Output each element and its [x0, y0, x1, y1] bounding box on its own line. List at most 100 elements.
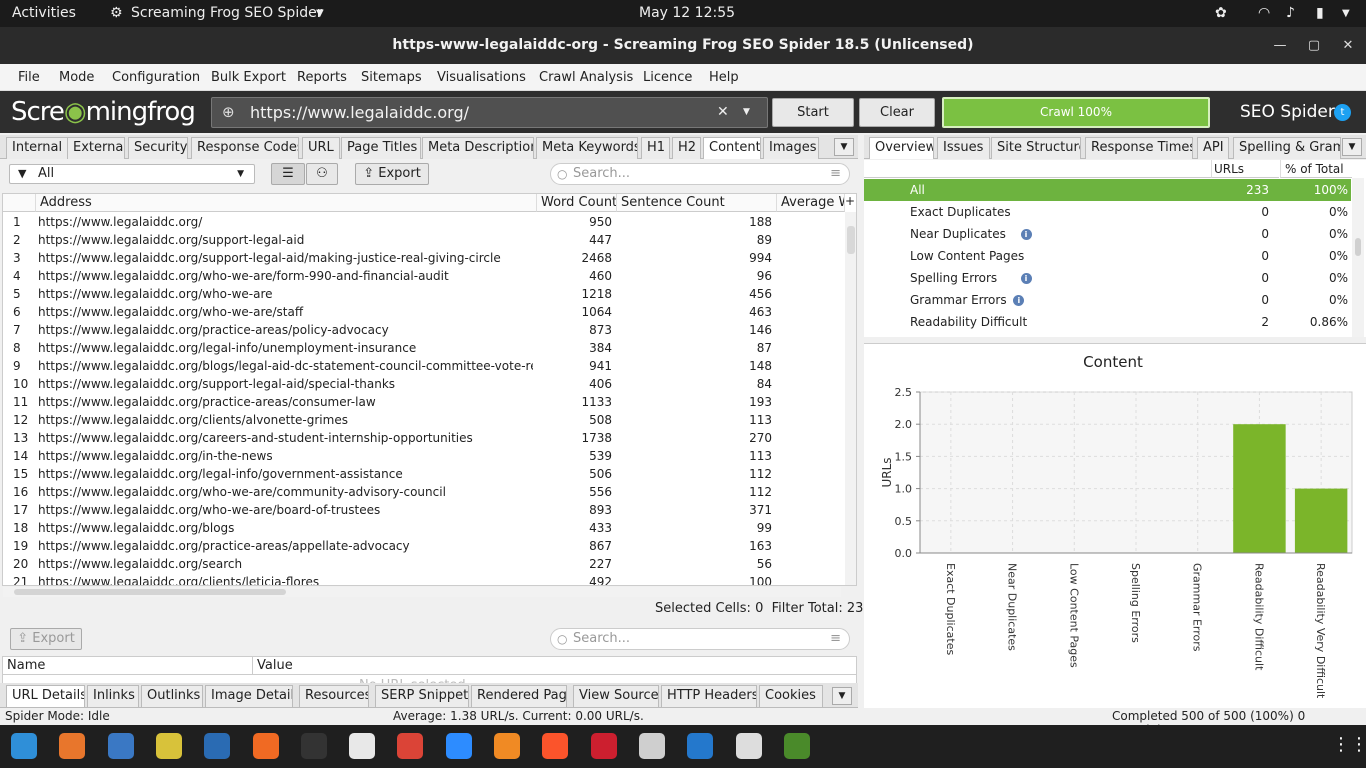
overview-row-readability-difficult[interactable]: Readability Difficult 2 0.86% [864, 311, 1351, 333]
address-cell[interactable]: https://www.legalaiddc.org/support-legal… [38, 375, 533, 393]
word-count-cell[interactable]: 227 [537, 555, 612, 573]
table-row[interactable]: 19 https://www.legalaiddc.org/practice-ar… [3, 537, 843, 555]
sentence-count-cell[interactable]: 99 [617, 519, 772, 537]
menu-file[interactable]: File [18, 70, 40, 85]
close-icon[interactable]: ✕ [1331, 27, 1365, 64]
thunderbird-icon[interactable] [107, 733, 134, 759]
table-row[interactable]: 16 https://www.legalaiddc.org/who-we-are/… [3, 483, 843, 501]
sentence-count-cell[interactable]: 113 [617, 447, 772, 465]
screamingfrog-icon[interactable] [783, 733, 810, 759]
more-bottom-tabs-chevron-icon[interactable]: ▼ [832, 687, 852, 705]
column-chooser-icon[interactable]: + [845, 194, 855, 208]
sentence-count-cell[interactable]: 87 [617, 339, 772, 357]
volume-icon[interactable]: ♪ [1286, 5, 1295, 21]
list-view-icon[interactable]: ☰ [271, 163, 305, 185]
overview-row-spelling-errors[interactable]: Spelling Errors i 0 0% [864, 267, 1351, 289]
tab-response-codes[interactable]: Response Codes [191, 137, 299, 159]
tab-h1[interactable]: H1 [641, 137, 670, 159]
sentence-count-cell[interactable]: 113 [617, 411, 772, 429]
table-row[interactable]: 20 https://www.legalaiddc.org/search 227 56 [3, 555, 843, 573]
word-count-cell[interactable]: 893 [537, 501, 612, 519]
table-row[interactable]: 17 https://www.legalaiddc.org/who-we-are/… [3, 501, 843, 519]
bar-readability-very-difficult[interactable] [1294, 488, 1348, 553]
urls-header[interactable]: URLs [1211, 160, 1279, 178]
sentence-count-cell[interactable]: 112 [617, 483, 772, 501]
address-cell[interactable]: https://www.legalaiddc.org/who-we-are/fo… [38, 267, 533, 285]
address-cell[interactable]: https://www.legalaiddc.org/clients/letic… [38, 573, 533, 585]
word-count-cell[interactable]: 492 [537, 573, 612, 585]
table-row[interactable]: 3 https://www.legalaiddc.org/support-lega… [3, 249, 843, 267]
word-count-cell[interactable]: 1064 [537, 303, 612, 321]
tab-issues[interactable]: Issues [937, 137, 990, 159]
sublime-icon[interactable] [494, 733, 520, 759]
firefox-icon[interactable] [252, 733, 279, 759]
word-count-cell[interactable]: 506 [537, 465, 612, 483]
address-cell[interactable]: https://www.legalaiddc.org/legal-info/go… [38, 465, 533, 483]
tab-internal[interactable]: Internal [6, 137, 68, 159]
store-icon[interactable] [59, 733, 86, 759]
menu-visualisations[interactable]: Visualisations [437, 70, 526, 85]
menu-bulk-export[interactable]: Bulk Export [211, 70, 286, 85]
table-row[interactable]: 21 https://www.legalaiddc.org/clients/let… [3, 573, 843, 585]
chrome-icon[interactable] [397, 733, 424, 759]
sentence-count-cell[interactable]: 163 [617, 537, 772, 555]
address-cell[interactable]: https://www.legalaiddc.org/legal-info/un… [38, 339, 533, 357]
tab-overview[interactable]: Overview [869, 137, 934, 159]
wifi-icon[interactable]: ◠ [1258, 5, 1270, 21]
table-row[interactable]: 11 https://www.legalaiddc.org/practice-ar… [3, 393, 843, 411]
address-cell[interactable]: https://www.legalaiddc.org/support-legal… [38, 231, 533, 249]
tab-security[interactable]: Security [128, 137, 188, 159]
tab-site-structure[interactable]: Site Structure [991, 137, 1081, 159]
search-options-icon[interactable]: ≡ [830, 164, 841, 184]
more-tabs-chevron-icon[interactable]: ▼ [834, 138, 854, 156]
address-cell[interactable]: https://www.legalaiddc.org/practice-area… [38, 321, 533, 339]
info-icon[interactable]: i [1020, 229, 1032, 240]
address-cell[interactable]: https://www.legalaiddc.org/clients/alvon… [38, 411, 533, 429]
sentence-count-cell[interactable]: 994 [617, 249, 772, 267]
menu-sitemaps[interactable]: Sitemaps [361, 70, 422, 85]
opera-icon[interactable] [590, 733, 617, 759]
sentence-count-cell[interactable]: 56 [617, 555, 772, 573]
overview-row-all[interactable]: All 233 100% [864, 179, 1351, 201]
sentence-count-cell[interactable]: 96 [617, 267, 772, 285]
vertical-scroll-thumb[interactable] [847, 226, 855, 254]
sentence-count-cell[interactable]: 146 [617, 321, 772, 339]
word-count-cell[interactable]: 1738 [537, 429, 612, 447]
export-button[interactable]: ⇪ Export [355, 163, 429, 185]
tab-url-details[interactable]: URL Details [6, 685, 85, 707]
rhythmbox-icon[interactable] [155, 733, 182, 759]
tab-cookies[interactable]: Cookies [759, 685, 823, 707]
writer-icon[interactable] [204, 733, 231, 759]
address-cell[interactable]: https://www.legalaiddc.org/search [38, 555, 533, 573]
app-menu[interactable]: Screaming Frog SEO Spider [131, 5, 322, 21]
menu-reports[interactable]: Reports [297, 70, 347, 85]
word-count-header[interactable]: Word Count [537, 194, 617, 212]
search-options-icon[interactable]: ≡ [830, 629, 841, 649]
word-count-cell[interactable]: 539 [537, 447, 612, 465]
word-count-cell[interactable]: 447 [537, 231, 612, 249]
table-row[interactable]: 8 https://www.legalaiddc.org/legal-info/u… [3, 339, 843, 357]
battery-icon[interactable]: ▮ [1316, 5, 1324, 21]
more-right-tabs-chevron-icon[interactable]: ▼ [1342, 138, 1362, 156]
address-cell[interactable]: https://www.legalaiddc.org/support-legal… [38, 249, 533, 267]
table-row[interactable]: 2 https://www.legalaiddc.org/support-lega… [3, 231, 843, 249]
word-count-cell[interactable]: 556 [537, 483, 612, 501]
address-cell[interactable]: https://www.legalaiddc.org/blogs/legal-a… [38, 357, 533, 375]
files-icon[interactable] [638, 733, 665, 759]
tab-http-headers[interactable]: HTTP Headers [661, 685, 757, 707]
word-count-cell[interactable]: 1218 [537, 285, 612, 303]
tab-page-titles[interactable]: Page Titles [341, 137, 421, 159]
table-row[interactable]: 9 https://www.legalaiddc.org/blogs/legal-… [3, 357, 843, 375]
overview-row-exact-duplicates[interactable]: Exact Duplicates 0 0% [864, 201, 1351, 223]
overview-row-low-content-pages[interactable]: Low Content Pages 0 0% [864, 245, 1351, 267]
info-icon[interactable]: i [1013, 295, 1025, 306]
address-cell[interactable]: https://www.legalaiddc.org/who-we-are [38, 285, 533, 303]
tab-external[interactable]: External [67, 137, 125, 159]
average-words-header[interactable]: Average Wo [777, 194, 845, 212]
table-row[interactable]: 15 https://www.legalaiddc.org/legal-info/… [3, 465, 843, 483]
tab-spelling-gramm[interactable]: Spelling & Gramm [1233, 137, 1341, 159]
pct-header[interactable]: % of Total [1280, 160, 1352, 178]
sentence-count-cell[interactable]: 463 [617, 303, 772, 321]
info-icon[interactable]: i [1020, 273, 1032, 284]
menu-help[interactable]: Help [709, 70, 739, 85]
